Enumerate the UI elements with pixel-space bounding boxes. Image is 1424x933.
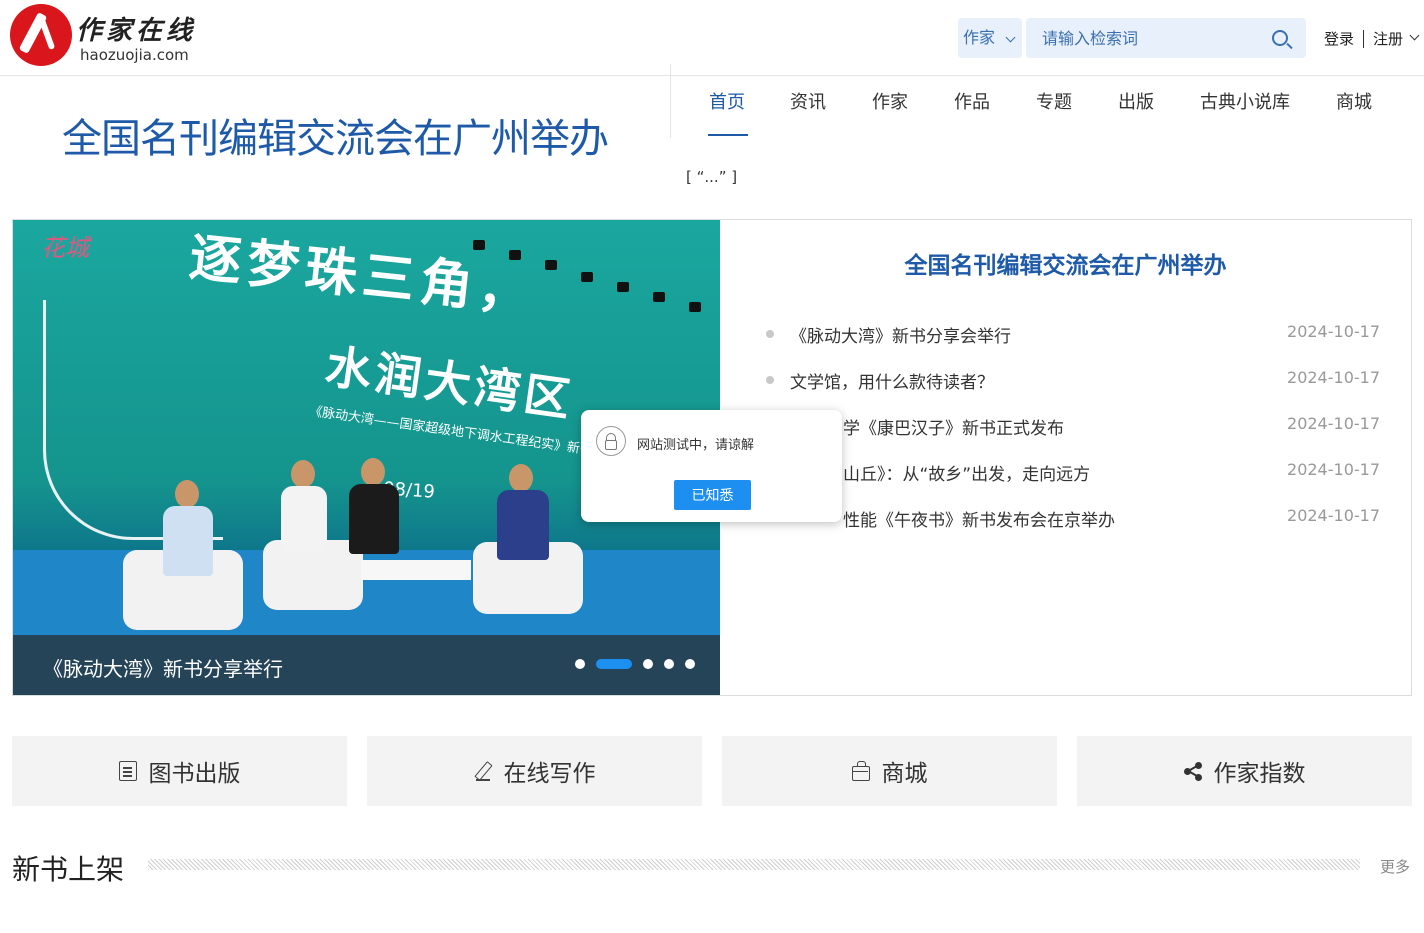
nav-item-topics[interactable]: 专题 xyxy=(1036,88,1072,114)
logo-en-text: haozuojia.com xyxy=(80,46,189,64)
site-logo[interactable]: 作家在线 haozuojia.com xyxy=(10,4,210,70)
news-item-date: 2024-10-17 xyxy=(1287,414,1380,433)
carousel-dot[interactable] xyxy=(685,659,695,669)
news-item[interactable]: 《脉动大湾》新书分享会举行 2024-10-17 xyxy=(760,318,1380,348)
carousel-dot[interactable] xyxy=(575,659,585,669)
carousel-caption[interactable]: 《脉动大湾》新书分享举行 xyxy=(43,653,283,682)
logo-mark-icon xyxy=(10,4,72,66)
coffee-table xyxy=(361,560,471,580)
nav-active-underline xyxy=(708,134,748,136)
nav-divider xyxy=(670,64,671,138)
bracket-note: [ “...” ] xyxy=(686,168,738,186)
carousel-caption-bar: 《脉动大湾》新书分享举行 xyxy=(13,635,720,695)
news-item-title[interactable]: 性能《午夜书》新书发布会在京举办 xyxy=(843,506,1115,531)
news-item[interactable]: 山丘》：从“故乡”出发，走向远方 2024-10-17 xyxy=(760,456,1380,486)
chevron-down-icon[interactable] xyxy=(1409,30,1420,41)
nav-item-publishing[interactable]: 出版 xyxy=(1118,88,1154,114)
modal-message: 网站测试中，请谅解 xyxy=(637,438,755,453)
chevron-down-icon xyxy=(1005,32,1016,43)
document-icon xyxy=(118,761,137,781)
login-link[interactable]: 登录 xyxy=(1324,28,1354,49)
shopping-bag-icon xyxy=(851,760,870,781)
quick-link-books[interactable]: 图书出版 xyxy=(12,736,347,806)
nav-item-classic-novels[interactable]: 古典小说库 xyxy=(1200,88,1290,114)
news-panel-title[interactable]: 全国名刊编辑交流会在广州举办 xyxy=(720,246,1411,280)
poster-brand: 花城 xyxy=(41,234,89,262)
auth-links: 登录 注册 xyxy=(1324,28,1420,52)
news-item-date: 2024-10-17 xyxy=(1287,368,1380,387)
carousel-dot-active[interactable] xyxy=(596,659,632,669)
bullet-icon xyxy=(766,376,774,384)
nav-item-store[interactable]: 商城 xyxy=(1336,88,1372,114)
news-item-title[interactable]: 学《康巴汉子》新书正式发布 xyxy=(843,414,1064,439)
news-item-date: 2024-10-17 xyxy=(1287,506,1380,525)
logo-cn-text: 作家在线 xyxy=(76,16,197,46)
news-item-title[interactable]: 山丘》：从“故乡”出发，走向远方 xyxy=(843,460,1090,485)
bullet-icon xyxy=(766,330,774,338)
quick-link-store[interactable]: 商城 xyxy=(722,736,1057,806)
search-category-select[interactable]: 作家 xyxy=(958,18,1022,58)
nav-item-writers[interactable]: 作家 xyxy=(872,88,908,114)
section-title: 新书上架 xyxy=(12,853,125,886)
search-bar: 作家 xyxy=(958,18,1306,58)
search-icon[interactable] xyxy=(1272,30,1288,46)
nav-item-home[interactable]: 首页 xyxy=(709,88,745,114)
section-divider-stripe xyxy=(148,859,1360,870)
news-item[interactable]: 文学馆，用什么款待读者？ 2024-10-17 xyxy=(760,364,1380,394)
quick-link-label: 在线写作 xyxy=(503,761,596,787)
quick-link-label: 作家指数 xyxy=(1213,761,1306,787)
auth-divider xyxy=(1363,29,1365,48)
news-item[interactable]: 性能《午夜书》新书发布会在京举办 2024-10-17 xyxy=(760,502,1380,532)
quick-link-writer-index[interactable]: 作家指数 xyxy=(1077,736,1412,806)
notice-modal: 网站测试中，请谅解 已知悉 xyxy=(581,410,842,522)
quick-link-label: 图书出版 xyxy=(148,761,241,787)
news-item-date: 2024-10-17 xyxy=(1287,322,1380,341)
site-header: 作家在线 haozuojia.com 作家 登录注册 xyxy=(0,0,1424,76)
register-link[interactable]: 注册 xyxy=(1373,28,1403,49)
search-category-label: 作家 xyxy=(963,28,996,47)
search-input[interactable] xyxy=(1026,18,1306,58)
headline-title[interactable]: 全国名刊编辑交流会在广州举办 xyxy=(62,106,609,164)
quick-link-label: 商城 xyxy=(881,761,928,787)
share-icon xyxy=(1183,761,1202,781)
section-more-link[interactable]: 更多 xyxy=(1380,856,1410,877)
pen-icon xyxy=(474,761,492,781)
carousel-dot[interactable] xyxy=(664,659,674,669)
news-item[interactable]: 学《康巴汉子》新书正式发布 2024-10-17 xyxy=(760,410,1380,440)
news-item-title[interactable]: 文学馆，用什么款待读者？ xyxy=(790,368,994,393)
news-item-title[interactable]: 《脉动大湾》新书分享会举行 xyxy=(790,322,1011,347)
nav-item-works[interactable]: 作品 xyxy=(954,88,990,114)
acknowledge-button[interactable]: 已知悉 xyxy=(674,480,751,510)
poster-map-graphic xyxy=(43,300,223,540)
quick-link-writing[interactable]: 在线写作 xyxy=(367,736,702,806)
nav-item-news[interactable]: 资讯 xyxy=(790,88,826,114)
news-item-date: 2024-10-17 xyxy=(1287,460,1380,479)
carousel-dot[interactable] xyxy=(643,659,653,669)
lock-icon xyxy=(596,426,626,456)
